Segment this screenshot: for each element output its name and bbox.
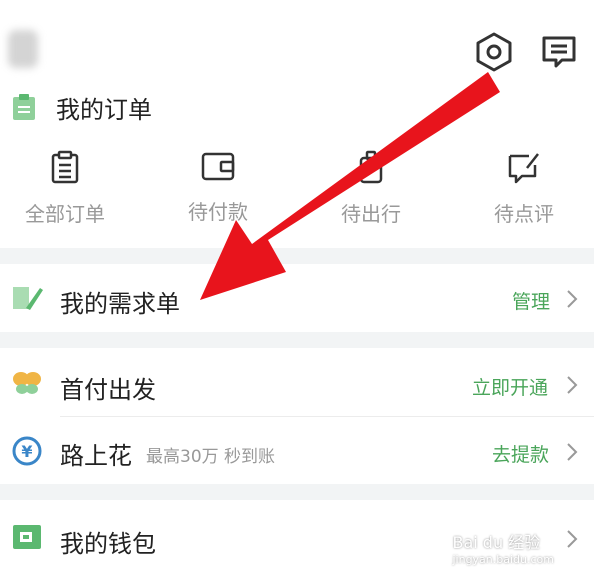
red-arrow-annotation [200,72,500,300]
watermark-url: jingyan.baidu.com [452,553,554,566]
watermark-text: Bai du 经验 [452,533,541,552]
baidu-jingyan-watermark: Bai du 经验 jingyan.baidu.com [452,529,554,566]
